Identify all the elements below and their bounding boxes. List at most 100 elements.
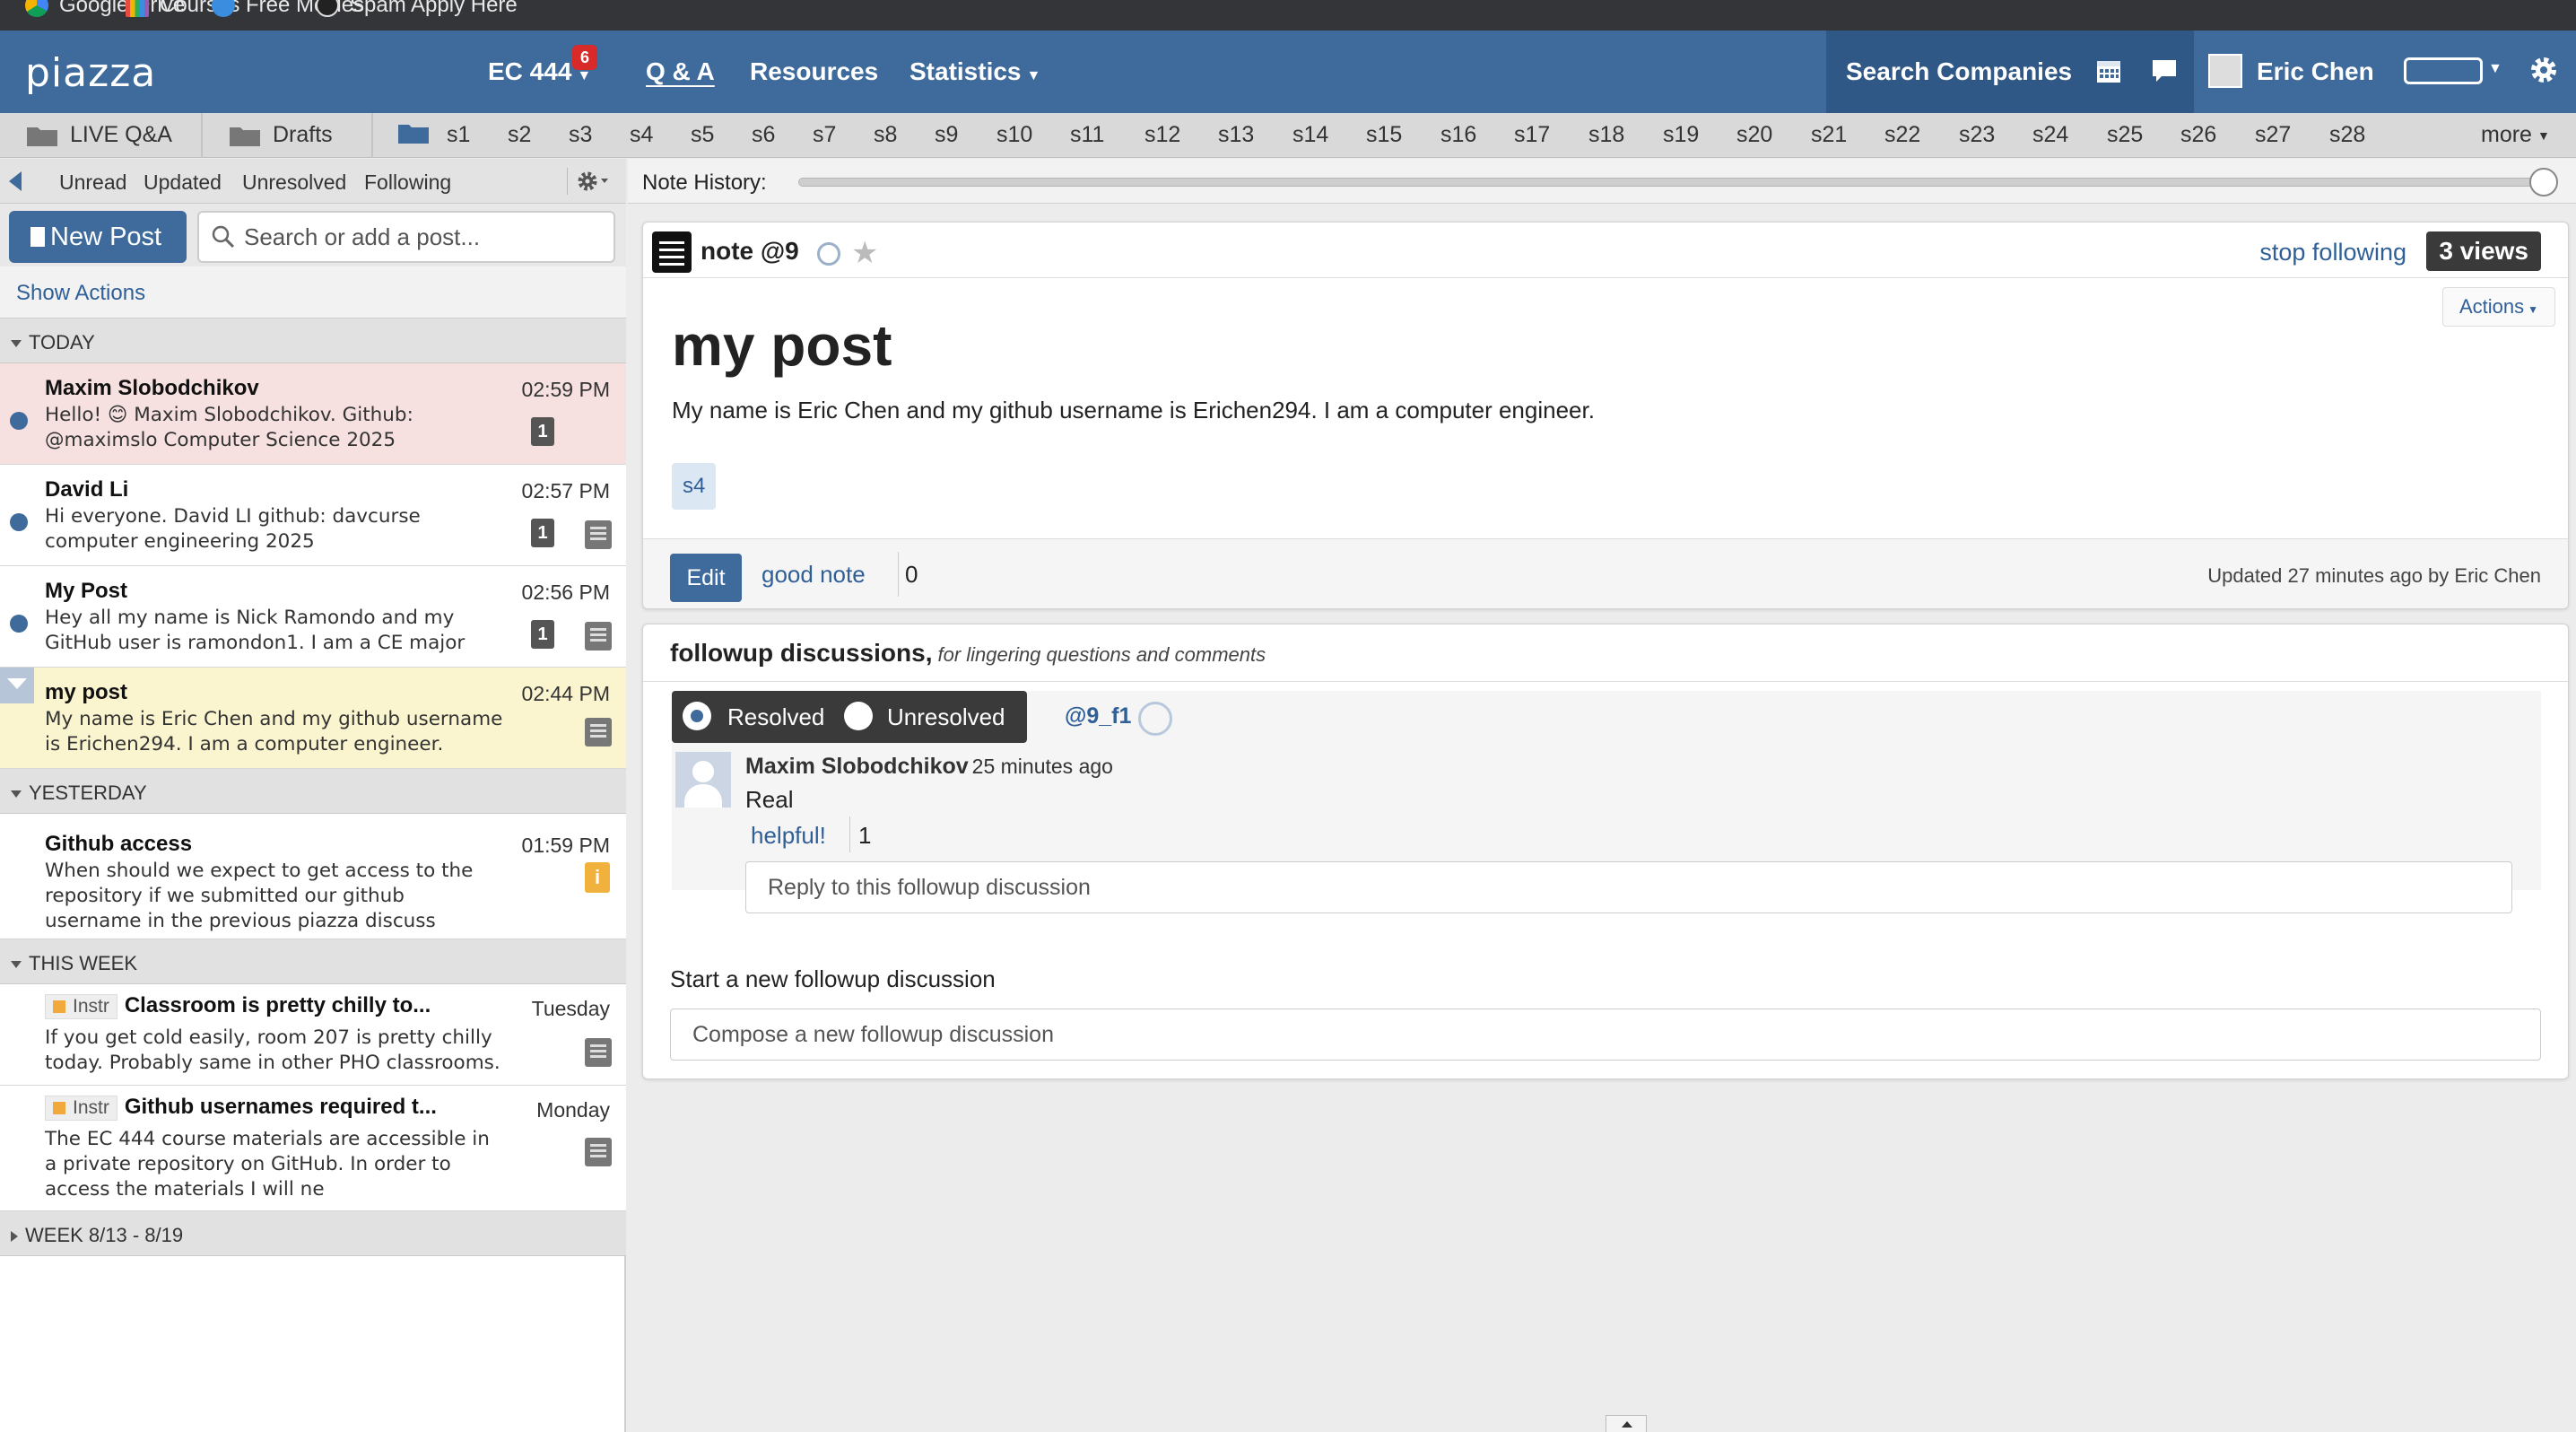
note-history-slider[interactable] [798, 178, 2556, 187]
chevron-down-icon[interactable]: ▼ [2488, 61, 2502, 77]
note-icon [585, 1038, 612, 1067]
stop-following-link[interactable]: stop following [2259, 239, 2406, 266]
selected-indicator-icon [0, 668, 34, 703]
folder-s26[interactable]: s26 [2180, 122, 2216, 148]
helpful-button[interactable]: helpful! [751, 822, 826, 850]
folder-s13[interactable]: s13 [1218, 122, 1254, 148]
collapse-feed-icon[interactable] [9, 171, 22, 191]
link-icon[interactable] [817, 242, 840, 266]
chevron-down-icon: ▼ [2528, 303, 2539, 316]
calendar-icon[interactable] [2095, 57, 2122, 84]
folder-s23[interactable]: s23 [1959, 122, 1995, 148]
search-input[interactable]: Search or add a post... [197, 211, 615, 263]
group-header-this-week[interactable]: THIS WEEK [0, 939, 626, 984]
chevron-down-icon: ▼ [1026, 68, 1041, 83]
note-footer: Edit good note 0 Updated 27 minutes ago … [643, 538, 2568, 608]
scroll-up-button[interactable] [1606, 1415, 1647, 1432]
group-header-yesterday[interactable]: YESTERDAY [0, 769, 626, 814]
folder-s1[interactable]: s1 [447, 122, 470, 148]
chat-icon[interactable] [2151, 57, 2178, 84]
folder-s16[interactable]: s16 [1440, 122, 1476, 148]
good-note-button[interactable]: good note [761, 561, 866, 589]
folder-s28[interactable]: s28 [2329, 122, 2365, 148]
list-item-selected[interactable]: my post My name is Eric Chen and my gith… [0, 668, 626, 769]
resolved-radio[interactable] [683, 702, 711, 730]
search-icon [212, 225, 235, 249]
filter-updated[interactable]: Updated [144, 170, 222, 195]
folder-s27[interactable]: s27 [2255, 122, 2291, 148]
compose-followup-input[interactable]: Compose a new followup discussion [670, 1009, 2541, 1061]
folder-s12[interactable]: s12 [1144, 122, 1180, 148]
folder-s20[interactable]: s20 [1736, 122, 1772, 148]
folder-s17[interactable]: s17 [1514, 122, 1550, 148]
folder-s18[interactable]: s18 [1588, 122, 1624, 148]
folder-s25[interactable]: s25 [2107, 122, 2143, 148]
feed-filter-bar: Unread Updated Unresolved Following [0, 159, 626, 204]
note-history-label: Note History: [642, 170, 767, 195]
info-icon: i [585, 862, 610, 893]
list-item[interactable]: Instr Classroom is pretty chilly to... If… [0, 984, 626, 1086]
status-toggle[interactable] [2404, 57, 2483, 84]
note-icon [585, 1138, 612, 1166]
reply-input[interactable]: Reply to this followup discussion [745, 861, 2512, 913]
folder-drafts[interactable]: Drafts [230, 122, 333, 148]
folder-s3[interactable]: s3 [569, 122, 592, 148]
piazza-logo[interactable]: piazza [25, 50, 156, 96]
unread-dot-icon [10, 615, 28, 633]
folder-s11[interactable]: s11 [1070, 122, 1104, 148]
filter-following[interactable]: Following [364, 170, 451, 195]
folder-s5[interactable]: s5 [691, 122, 714, 148]
folder-s7[interactable]: s7 [813, 122, 836, 148]
edit-button[interactable]: Edit [670, 554, 742, 602]
top-navigation: piazza EC 444 ▼ 6 Q & A Resources Statist… [0, 31, 2576, 113]
group-header-today[interactable]: TODAY [0, 319, 626, 363]
unresolved-radio[interactable] [844, 702, 873, 730]
note-icon [652, 231, 692, 273]
folder-s15[interactable]: s15 [1366, 122, 1402, 148]
note-history-knob[interactable] [2529, 168, 2558, 196]
folder-s2[interactable]: s2 [508, 122, 531, 148]
folder-s21[interactable]: s21 [1811, 122, 1847, 148]
followup-card: followup discussions, for lingering quest… [642, 624, 2569, 1079]
folder-s9[interactable]: s9 [935, 122, 958, 148]
github-icon [316, 0, 339, 17]
gear-icon[interactable] [2528, 54, 2560, 86]
new-post-button[interactable]: New Post [9, 211, 187, 263]
note-label: note @9 [701, 237, 799, 265]
list-item[interactable]: Instr Github usernames required t... The … [0, 1086, 626, 1211]
show-actions-link[interactable]: Show Actions [0, 266, 626, 319]
nav-qa[interactable]: Q & A [646, 57, 715, 86]
feed-settings[interactable] [567, 168, 614, 195]
list-item[interactable]: Maxim Slobodchikov Hello! 😊 Maxim Slobod… [0, 363, 626, 465]
link-icon[interactable] [1138, 702, 1172, 736]
folder-s22[interactable]: s22 [1884, 122, 1920, 148]
user-avatar[interactable] [2208, 54, 2242, 88]
filter-unread[interactable]: Unread [59, 170, 126, 195]
folder-live-qa[interactable]: LIVE Q&A [27, 122, 172, 148]
folders-more[interactable]: more ▼ [2481, 122, 2550, 148]
username[interactable]: Eric Chen [2257, 57, 2374, 86]
star-icon[interactable]: ★ [851, 235, 878, 271]
nav-statistics[interactable]: Statistics ▼ [909, 57, 1040, 86]
bookmark-spam-apply[interactable]: Spam Apply Here [316, 0, 518, 18]
filter-unresolved[interactable]: Unresolved [242, 170, 346, 195]
list-item[interactable]: David Li Hi everyone. David LI github: d… [0, 465, 626, 566]
folder-tag[interactable]: s4 [672, 463, 717, 510]
good-note-count: 0 [905, 561, 918, 588]
folder-s8[interactable]: s8 [874, 122, 897, 148]
folder-s24[interactable]: s24 [2032, 122, 2068, 148]
list-item[interactable]: Github access When should we expect to g… [0, 814, 626, 939]
folder-s4[interactable]: s4 [630, 122, 653, 148]
folder-s6[interactable]: s6 [752, 122, 775, 148]
nav-resources[interactable]: Resources [750, 57, 878, 86]
actions-dropdown[interactable]: Actions ▼ [2442, 287, 2555, 327]
folder-s10[interactable]: s10 [996, 122, 1032, 148]
bookmarks-bar: Google Drive Courses Free Movies Spam Ap… [0, 0, 2576, 31]
group-header-week-prev[interactable]: WEEK 8/13 - 8/19 [0, 1211, 626, 1256]
search-companies-link[interactable]: Search Companies [1846, 57, 2072, 86]
folder-s19[interactable]: s19 [1663, 122, 1699, 148]
list-item[interactable]: My Post Hey all my name is Nick Ramondo … [0, 566, 626, 668]
followup-id[interactable]: @9_f1 [1065, 703, 1131, 729]
folder-icon-blue [398, 122, 441, 144]
folder-s14[interactable]: s14 [1292, 122, 1328, 148]
